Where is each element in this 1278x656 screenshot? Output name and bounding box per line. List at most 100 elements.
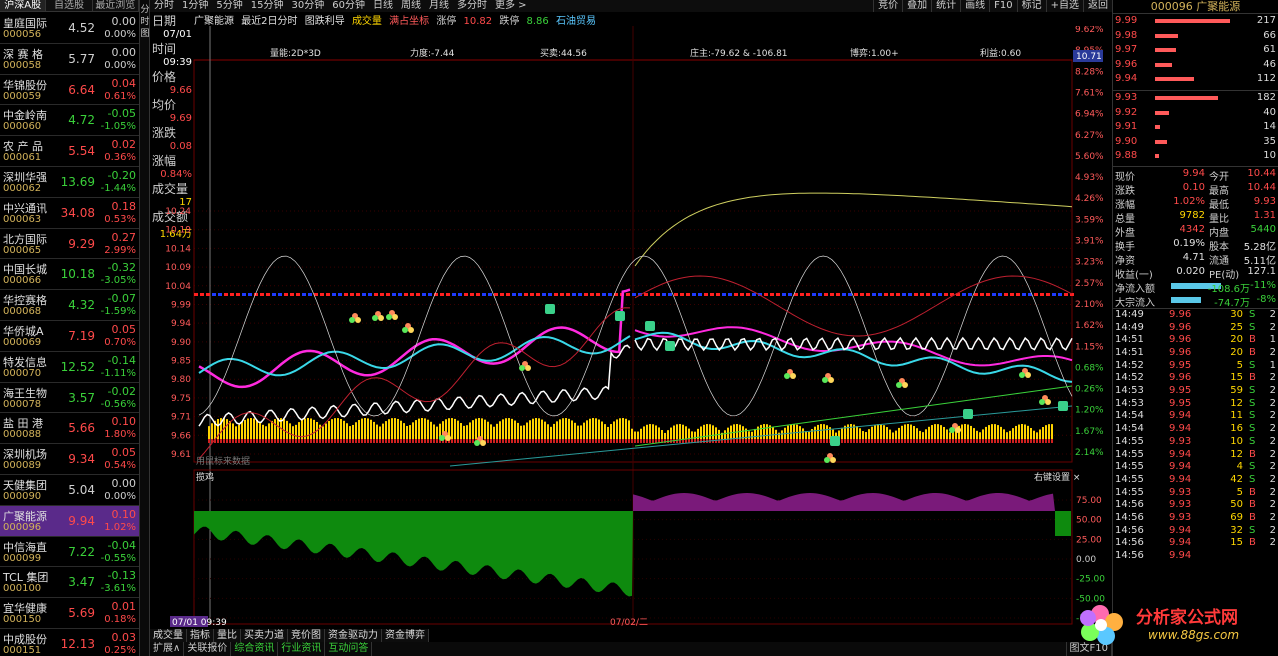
stock-row[interactable]: 宜华健康 000150 5.69 0.01 0.18%	[0, 598, 139, 629]
period-tab[interactable]: 1分钟	[178, 0, 212, 12]
period-tab[interactable]: 多分时	[453, 0, 491, 12]
volume-band	[946, 429, 948, 439]
volume-band	[241, 422, 243, 439]
vertical-tabs[interactable]: 分时图	[140, 0, 150, 656]
tick-side: B	[1249, 372, 1256, 384]
indicator-tab[interactable]: 指标	[187, 629, 214, 642]
stock-row[interactable]: 北方国际 000065 9.29 0.27 2.99%	[0, 229, 139, 260]
indicator-tab[interactable]: 资金驱动力	[325, 629, 382, 642]
bottom-tab[interactable]: 关联报价	[184, 642, 232, 656]
indicator-tab[interactable]: 资金博弈	[382, 629, 429, 642]
period-tab[interactable]: 日线	[369, 0, 397, 12]
order-level[interactable]: 9.94 112	[1113, 72, 1278, 87]
stock-row[interactable]: 广聚能源 000096 9.94 0.10 1.02%	[0, 505, 139, 537]
volume-band-base	[1039, 439, 1041, 443]
stock-row[interactable]: 中国长城 000066 10.18 -0.32 -3.05%	[0, 259, 139, 291]
tick-list[interactable]: 14:49 9.96 30 S 2 14:49 9.96 25 S 2 14:51 9.96 20 B 1 1…	[1113, 309, 1278, 563]
order-level[interactable]: 9.97 61	[1113, 43, 1278, 58]
tick-count: 2	[1269, 347, 1276, 358]
stock-row[interactable]: 中信海直 000099 7.22 -0.04 -0.55%	[0, 537, 139, 568]
toolbar-button[interactable]: 标记	[1016, 0, 1046, 12]
stock-row[interactable]: 华锦股份 000059 6.64 0.04 0.61%	[0, 75, 139, 106]
price-tick: 9.66	[171, 431, 191, 441]
order-level[interactable]: 9.91 14	[1113, 120, 1278, 135]
volume-band	[568, 418, 570, 439]
band-dash	[806, 293, 810, 296]
tick-price: 9.93	[1169, 511, 1192, 523]
order-level[interactable]: 9.98 66	[1113, 29, 1278, 44]
watermark-url: www.88gs.com	[1148, 628, 1240, 642]
volume-band-base	[970, 439, 972, 443]
period-tab[interactable]: 15分钟	[247, 0, 288, 12]
stock-list-tab[interactable]: 自选股	[46, 0, 93, 11]
toolbar-button[interactable]: 画线	[960, 0, 989, 12]
toolbar-button[interactable]: F10	[989, 0, 1016, 12]
bottom-tab[interactable]: 综合资讯	[231, 642, 279, 656]
period-tab[interactable]: 5分钟	[212, 0, 246, 12]
indicator-tab[interactable]: 成交量	[150, 629, 187, 642]
stock-row[interactable]: 中兴通讯 000063 34.08 0.18 0.53%	[0, 198, 139, 229]
toolbar-button[interactable]: 统计	[931, 0, 960, 12]
indicator-tab[interactable]: 竞价图	[288, 629, 325, 642]
stock-row[interactable]: 农 产 品 000061 5.54 0.02 0.36%	[0, 136, 139, 167]
order-level[interactable]: 9.90 35	[1113, 135, 1278, 150]
indicator-tab[interactable]: 买卖力道	[241, 629, 288, 642]
period-tab[interactable]: 60分钟	[328, 0, 369, 12]
intraday-chart[interactable]: 10.24 10.19 10.14 10.09 10.04 9.99 9.94 9.90 9.8…	[150, 26, 1112, 629]
toolbar-button[interactable]: 返回	[1083, 0, 1112, 12]
volume-band	[466, 425, 468, 439]
stock-row[interactable]: 深 赛 格 000058 5.77 0.00 0.00%	[0, 44, 139, 75]
order-level[interactable]: 9.88 10	[1113, 149, 1278, 164]
toolbar-button[interactable]: 竞价	[873, 0, 902, 12]
stock-row[interactable]: 华控赛格 000068 4.32 -0.07 -1.59%	[0, 290, 139, 321]
indicator-tab[interactable]: 量比	[214, 629, 241, 642]
stock-row[interactable]: 盐 田 港 000088 5.66 0.10 1.80%	[0, 413, 139, 445]
volume-band	[247, 418, 249, 439]
bottom-tab[interactable]: 扩展∧	[150, 642, 185, 656]
stock-row[interactable]: 特发信息 000070 12.52 -0.14 -1.11%	[0, 352, 139, 383]
band-dash	[998, 293, 1002, 296]
vertical-tab[interactable]: 图	[140, 26, 150, 39]
tick-row: 14:55 9.94 4 S 2	[1113, 461, 1278, 474]
stock-row[interactable]: 中金岭南 000060 4.72 -0.05 -1.05%	[0, 105, 139, 137]
period-tab[interactable]: 月线	[425, 0, 453, 12]
bottom-tab[interactable]: 互动问答	[325, 642, 373, 656]
band-dash	[200, 293, 204, 296]
volume-band-base	[592, 439, 594, 443]
band-dash	[326, 293, 330, 296]
stock-row[interactable]: 中成股份 000151 12.13 0.03 0.25%	[0, 629, 139, 656]
stock-row[interactable]: 深圳华强 000062 13.69 -0.20 -1.44%	[0, 167, 139, 198]
volume-band	[862, 431, 864, 439]
stock-row[interactable]: 华侨城A 000069 7.19 0.05 0.70%	[0, 321, 139, 352]
band-dash	[194, 293, 198, 296]
stock-row[interactable]: 深圳机场 000089 9.34 0.05 0.54%	[0, 444, 139, 475]
stock-list-tab[interactable]: 沪深A股	[0, 0, 47, 11]
price-tick: 10.19	[165, 226, 191, 236]
volume-band	[388, 419, 390, 439]
volume-band	[940, 425, 942, 439]
period-tab[interactable]: 周线	[397, 0, 425, 12]
period-tab[interactable]: 更多 >	[491, 0, 531, 12]
order-level[interactable]: 9.93 182	[1113, 91, 1278, 106]
period-tab[interactable]: 分时	[150, 0, 178, 12]
stock-row[interactable]: 皇庭国际 000056 4.52 0.00 0.00%	[0, 13, 139, 44]
band-dash	[494, 293, 498, 296]
bottom-tab[interactable]: 行业资讯	[278, 642, 326, 656]
toolbar-button[interactable]: 叠加	[902, 0, 931, 12]
stock-list-tab[interactable]: 最近浏览	[93, 0, 139, 11]
tick-price: 9.96	[1169, 308, 1192, 320]
stock-row[interactable]: 天健集团 000090 5.04 0.00 0.00%	[0, 475, 139, 506]
stock-row[interactable]: 海王生物 000078 3.57 -0.02 -0.56%	[0, 383, 139, 414]
pct-tick: 2.57%	[1075, 279, 1104, 289]
volume-band	[871, 426, 873, 439]
volume-band-base	[760, 439, 762, 443]
order-level[interactable]: 9.96 46	[1113, 58, 1278, 73]
order-level[interactable]: 9.92 40	[1113, 106, 1278, 121]
band-dash	[608, 293, 612, 296]
order-level[interactable]: 9.99 217	[1113, 14, 1278, 29]
period-tab[interactable]: 30分钟	[287, 0, 328, 12]
stock-row[interactable]: TCL 集团 000100 3.47 -0.13 -3.61%	[0, 567, 139, 599]
band-dash	[980, 293, 984, 296]
toolbar-button[interactable]: +自选	[1045, 0, 1083, 12]
volume-band-base	[559, 439, 561, 443]
